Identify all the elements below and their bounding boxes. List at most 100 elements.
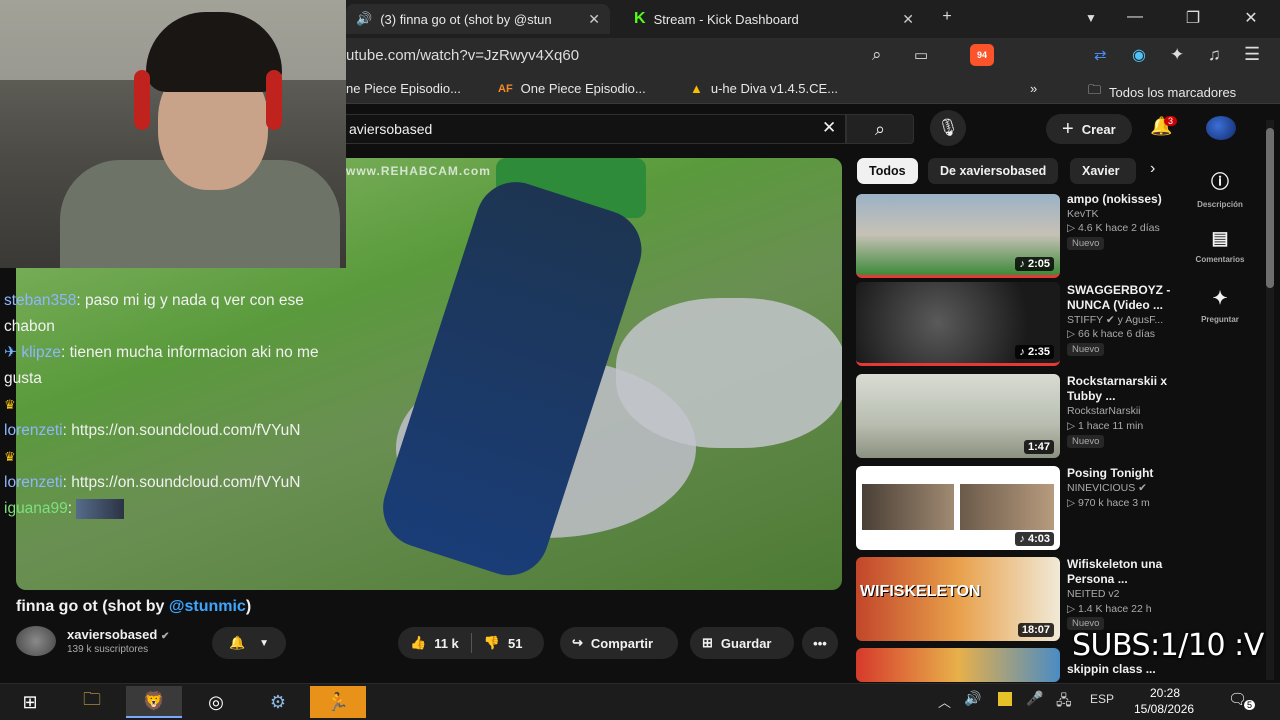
dislike-button[interactable]: 👎 51 — [484, 635, 523, 651]
mention-link[interactable]: @stunmic — [169, 598, 246, 615]
tab-youtube[interactable]: 🔊 (3) finna go ot (shot by @stun ✕ — [346, 4, 610, 34]
bookmarks-overflow-icon[interactable]: » — [1030, 81, 1037, 96]
tab-label: (3) finna go ot (shot by @stun — [380, 11, 552, 27]
window-close-button[interactable]: ✕ — [1240, 8, 1262, 28]
puzzle-icon[interactable]: ✦ — [1170, 45, 1184, 65]
verified-icon: ✔ — [160, 631, 170, 642]
plus-icon: + — [1062, 117, 1074, 140]
translate-icon[interactable]: ⇄ — [1094, 46, 1107, 64]
language-indicator[interactable]: ESP — [1090, 692, 1114, 706]
rec-stats: ▷ 4.6 K hace 2 días — [1067, 222, 1160, 234]
network-icon[interactable]: 🖧 — [1056, 690, 1072, 714]
rec-channel: STIFFY ✔ y AgusF... — [1067, 314, 1164, 326]
comment-icon: ▤ — [1211, 228, 1229, 248]
close-icon[interactable]: ✕ — [588, 11, 600, 28]
taskbar-app[interactable]: 🏃 — [310, 686, 366, 718]
chip-todos[interactable]: Todos — [857, 158, 918, 184]
thumbs-down-icon: 👎 — [483, 635, 500, 650]
volume-icon[interactable]: 🔊 — [964, 690, 981, 707]
subscriber-count: 139 k suscriptores — [67, 644, 149, 655]
taskbar-explorer[interactable]: 🗀 — [64, 686, 120, 718]
tray-chevron-up-icon[interactable]: ︿ — [938, 692, 951, 711]
minimize-button[interactable]: — — [1124, 8, 1146, 26]
microphone-icon[interactable]: 🎤 — [1026, 690, 1043, 707]
windows-logo-icon: ⊞ — [22, 691, 38, 712]
url-field[interactable]: utube.com/watch?v=JzRwyv4Xq60 — [346, 47, 579, 64]
chat-message: ♛ lorenzeti: https://on.soundcloud.com/fV… — [0, 444, 352, 496]
clock-date[interactable]: 15/08/2026 — [1134, 702, 1194, 716]
chip-xavier[interactable]: Xavier — [1070, 158, 1136, 184]
zoom-icon[interactable]: ⌕ — [872, 45, 882, 65]
bookmark-icon: ⊞ — [702, 635, 713, 650]
new-badge: Nuevo — [1067, 237, 1105, 250]
rock-shape — [616, 298, 842, 448]
rec-channel: RockstarNarskii — [1067, 405, 1141, 417]
rec-title[interactable]: SWAGGERBOYZ - NUNCA (Video ... — [1067, 283, 1187, 313]
brave-shields-icon[interactable]: 94 — [970, 44, 994, 66]
start-button[interactable]: ⊞ — [2, 686, 58, 718]
taskbar-brave[interactable]: 🦁 — [126, 686, 182, 718]
clear-search-icon[interactable]: ✕ — [822, 118, 836, 138]
channel-name[interactable]: xaviersobased ✔ — [67, 627, 169, 642]
tab-kick[interactable]: K Stream - Kick Dashboard ✕ — [624, 4, 924, 34]
rec-thumbnail[interactable] — [856, 648, 1060, 682]
subscribed-button[interactable]: 🔔 ▼ — [212, 627, 286, 659]
tab-label: Stream - Kick Dashboard — [653, 11, 799, 27]
sparkle-icon: ✦ — [1212, 288, 1228, 308]
speaker-icon: 🔊 — [356, 11, 373, 26]
scrollbar-thumb[interactable] — [1266, 128, 1274, 288]
search-button[interactable]: ⌕ — [846, 114, 914, 144]
voice-search-button[interactable]: 🎙 — [930, 110, 966, 146]
rec-title[interactable]: skippin class ... — [1067, 662, 1187, 677]
headphone-shape — [134, 70, 150, 130]
rec-thumbnail[interactable]: ♪ 4:03 — [856, 466, 1060, 550]
search-icon: ⌕ — [874, 118, 886, 139]
bookmark-item[interactable]: ne Piece Episodio... — [346, 81, 461, 96]
chip-from-channel[interactable]: De xaviersobased — [928, 158, 1059, 184]
avatar[interactable] — [1206, 116, 1236, 140]
folder-icon: 🗀 — [1088, 82, 1102, 97]
taskbar-steam[interactable]: ⚙ — [250, 686, 306, 718]
comments-action[interactable]: ▤ Comentarios — [1188, 228, 1252, 264]
channel-avatar[interactable] — [16, 626, 56, 656]
page-scrollbar[interactable] — [1266, 120, 1274, 680]
bookmark-item[interactable]: AF One Piece Episodio... — [498, 81, 646, 96]
crown-badge-icon: ♛ — [4, 397, 16, 412]
rec-stats: ▷ 970 k hace 3 m — [1067, 497, 1150, 509]
chevron-right-icon[interactable]: › — [1150, 160, 1155, 178]
create-button[interactable]: + Crear — [1046, 114, 1132, 144]
rec-title[interactable]: ampo (nokisses) — [1067, 192, 1187, 207]
video-title: finna go ot (shot by @stunmic) — [16, 598, 252, 615]
rec-title[interactable]: Rockstarnarskii x Tubby ... — [1067, 374, 1187, 404]
tray-app-icon[interactable] — [998, 692, 1012, 706]
chat-message: ♛ lorenzeti: https://on.soundcloud.com/fV… — [0, 392, 352, 444]
like-button[interactable]: 👍 11 k — [410, 635, 459, 651]
rec-title[interactable]: Wifiskeleton una Persona ... — [1067, 557, 1187, 587]
menu-icon[interactable]: ☰ — [1244, 44, 1260, 65]
extension-icon[interactable]: ◉ — [1132, 45, 1146, 65]
taskbar-obs[interactable]: ◎ — [188, 686, 244, 718]
rec-thumbnail[interactable]: 1:47 — [856, 374, 1060, 458]
share-icon: ↪ — [572, 635, 583, 650]
tab-list-chevron-icon[interactable]: ▼ — [1080, 11, 1102, 25]
all-bookmarks-folder[interactable]: 🗀 Todos los marcadores — [1088, 81, 1236, 103]
bookmark-item[interactable]: ▲ u-he Diva v1.4.5.CE... — [690, 81, 838, 96]
description-action[interactable]: ⓘ Descripción — [1188, 168, 1252, 209]
music-icon[interactable]: ♫ — [1208, 45, 1221, 65]
rec-thumbnail[interactable]: ♪ 2:35 — [856, 282, 1060, 366]
clock-time[interactable]: 20:28 — [1150, 686, 1180, 700]
search-input[interactable]: aviersobased — [338, 114, 846, 144]
rec-title[interactable]: Posing Tonight — [1067, 466, 1187, 481]
rec-thumbnail[interactable]: ♪ 2:05 — [856, 194, 1060, 278]
maximize-button[interactable]: ❐ — [1182, 8, 1204, 28]
ask-action[interactable]: ✦ Preguntar — [1188, 288, 1252, 324]
close-icon[interactable]: ✕ — [902, 11, 914, 28]
share-button[interactable]: ↪ Compartir — [560, 627, 678, 659]
save-button[interactable]: ⊞ Guardar — [690, 627, 794, 659]
rec-thumbnail[interactable]: WIFISKELETON 18:07 — [856, 557, 1060, 641]
new-tab-button[interactable]: + — [936, 8, 958, 26]
af-logo-icon: AF — [498, 82, 513, 95]
more-actions-button[interactable]: ••• — [802, 627, 838, 659]
cast-icon[interactable]: ▭ — [914, 46, 928, 64]
thumb-still — [960, 484, 1054, 530]
